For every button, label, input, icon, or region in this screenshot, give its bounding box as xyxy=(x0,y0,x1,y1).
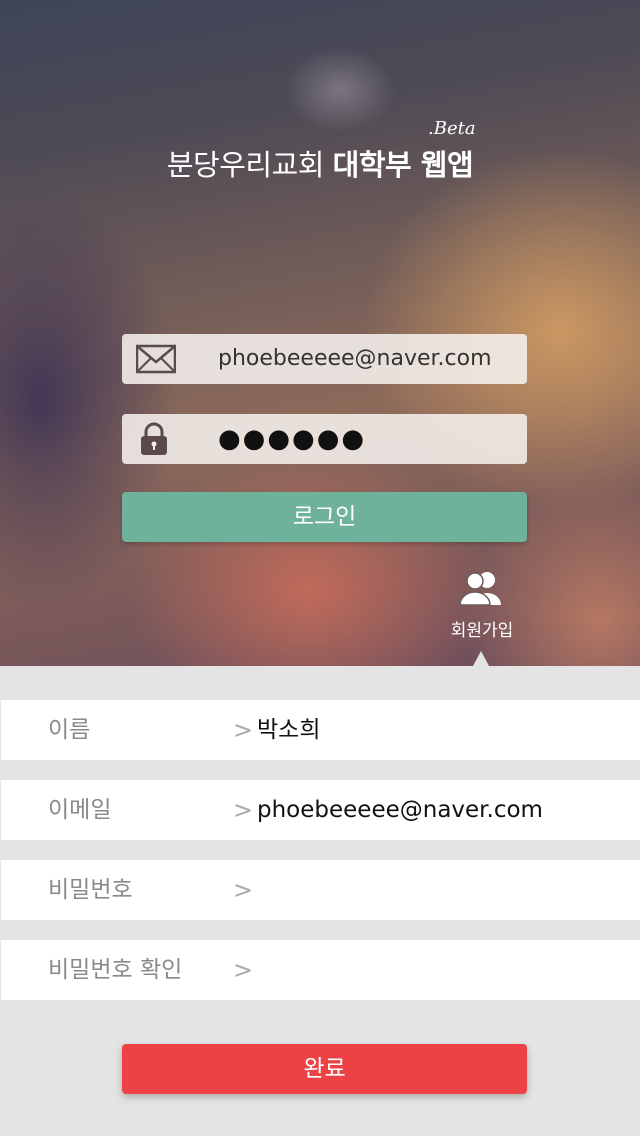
email-row[interactable]: 이메일 > phoebeeeee@naver.com xyxy=(1,780,640,840)
name-label: 이름 xyxy=(48,717,91,743)
password-field[interactable]: ●●●●●● xyxy=(122,414,527,464)
users-icon xyxy=(457,572,507,610)
password-confirm-label: 비밀번호 확인 xyxy=(48,957,183,983)
email-field[interactable]: phoebeeeee@naver.com xyxy=(122,334,527,384)
password-confirm-row[interactable]: 비밀번호 확인 > xyxy=(1,940,640,1000)
chevron-right-icon: > xyxy=(233,876,254,904)
done-button[interactable]: 완료 xyxy=(122,1044,527,1094)
envelope-icon xyxy=(135,342,177,376)
app-title-bold: 대학부 웹앱 xyxy=(332,148,474,182)
tab-pointer xyxy=(473,651,489,666)
beta-label: .Beta xyxy=(428,118,476,139)
chevron-right-icon: > xyxy=(233,796,254,824)
chevron-right-icon: > xyxy=(233,956,254,984)
lock-icon xyxy=(136,422,176,456)
password-value: ●●●●●● xyxy=(218,424,367,454)
email-value: phoebeeeee@naver.com xyxy=(218,346,492,371)
login-hero-background: 분당우리교회 대학부 웹앱 .Beta phoebeeeee@naver.com… xyxy=(0,0,640,666)
email-row-value[interactable]: phoebeeeee@naver.com xyxy=(257,780,543,840)
signup-label: 회원가입 xyxy=(450,621,514,641)
email-label: 이메일 xyxy=(48,797,112,823)
app-title: 분당우리교회 대학부 웹앱 xyxy=(0,142,640,184)
name-value[interactable]: 박소희 xyxy=(257,700,320,760)
name-row[interactable]: 이름 > 박소희 xyxy=(1,700,640,760)
password-label: 비밀번호 xyxy=(48,877,133,903)
login-button[interactable]: 로그인 xyxy=(122,492,527,542)
password-row[interactable]: 비밀번호 > xyxy=(1,860,640,920)
chevron-right-icon: > xyxy=(233,716,254,744)
signup-button[interactable]: 회원가입 xyxy=(442,570,522,641)
app-title-regular: 분당우리교회 xyxy=(166,148,325,182)
